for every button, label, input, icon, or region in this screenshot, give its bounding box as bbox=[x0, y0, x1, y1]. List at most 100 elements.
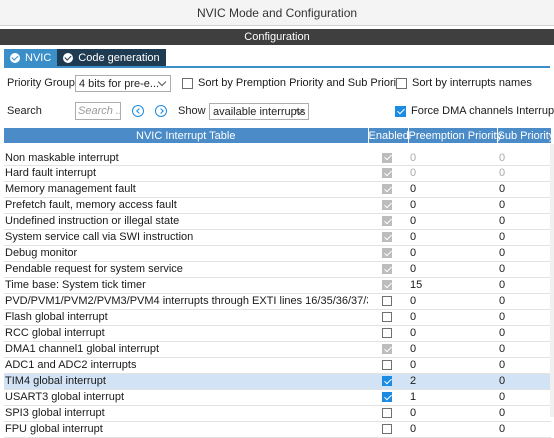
enabled-checkbox bbox=[382, 184, 392, 195]
preemption-priority-cell[interactable]: 0 bbox=[408, 261, 497, 278]
preemption-priority-cell[interactable]: 0 bbox=[408, 213, 497, 230]
priority-group-select[interactable]: 4 bits for pre-e... bbox=[75, 75, 171, 92]
tab-code-generation[interactable]: Code generation bbox=[57, 49, 166, 66]
preemption-priority-cell[interactable]: 15 bbox=[408, 277, 497, 294]
show-label: Show bbox=[178, 105, 206, 117]
preemption-priority-cell[interactable]: 0 bbox=[408, 197, 497, 214]
sub-priority-cell[interactable]: 0 bbox=[497, 309, 551, 326]
column-header-sub[interactable]: Sub Priority bbox=[497, 128, 554, 143]
table-row[interactable]: Time base: System tick timer 15 0 bbox=[4, 277, 551, 294]
table-row[interactable]: SPI3 global interrupt 0 0 bbox=[4, 405, 551, 422]
search-input[interactable]: Search ... bbox=[75, 102, 121, 120]
sub-priority-value: 0 bbox=[499, 151, 506, 164]
table-row[interactable]: System service call via SWI instruction 0… bbox=[4, 229, 551, 246]
table-row[interactable]: Hard fault interrupt 0 0 bbox=[4, 165, 551, 182]
preemption-priority-cell[interactable]: 0 bbox=[408, 341, 497, 358]
enabled-cell bbox=[368, 143, 408, 166]
enabled-checkbox[interactable] bbox=[382, 392, 392, 403]
sub-priority-cell[interactable]: 0 bbox=[497, 245, 551, 262]
preemption-priority-cell[interactable]: 1 bbox=[408, 389, 497, 406]
priority-group-label: Priority Group bbox=[7, 77, 75, 89]
preemption-priority-value: 0 bbox=[410, 295, 417, 307]
preemption-priority-cell[interactable]: 2 bbox=[408, 373, 497, 390]
preemption-priority-value: 0 bbox=[410, 407, 417, 419]
table-row[interactable]: PVD/PVM1/PVM2/PVM3/PVM4 interrupts throu… bbox=[4, 293, 551, 310]
vertical-scrollbar[interactable] bbox=[550, 144, 554, 417]
table-row[interactable]: Undefined instruction or illegal state 0 0 bbox=[4, 213, 551, 230]
sub-priority-value: 0 bbox=[499, 263, 506, 275]
window-title-bar: NVIC Mode and Configuration bbox=[0, 0, 554, 26]
table-row[interactable]: DMA1 channel1 global interrupt 0 0 bbox=[4, 341, 551, 358]
enabled-cell bbox=[368, 405, 408, 422]
sub-priority-cell[interactable]: 0 bbox=[497, 293, 551, 310]
enabled-cell bbox=[368, 421, 408, 438]
show-filter-select[interactable]: available interrupts bbox=[209, 103, 309, 120]
sub-priority-cell[interactable]: 0 bbox=[497, 405, 551, 422]
enabled-checkbox[interactable] bbox=[382, 360, 392, 371]
interrupt-name: FPU global interrupt bbox=[4, 421, 368, 438]
sub-priority-cell[interactable]: 0 bbox=[497, 421, 551, 438]
sub-priority-value: 0 bbox=[499, 231, 506, 243]
enabled-cell bbox=[368, 309, 408, 326]
sub-priority-cell[interactable]: 0 bbox=[497, 277, 551, 294]
enabled-checkbox bbox=[382, 344, 392, 355]
enabled-checkbox[interactable] bbox=[382, 424, 392, 435]
sub-priority-cell[interactable]: 0 bbox=[497, 325, 551, 342]
force-dma-checkbox[interactable] bbox=[395, 105, 406, 117]
table-row[interactable]: TIM4 global interrupt 2 0 bbox=[4, 373, 551, 390]
sort-preemption-checkbox[interactable] bbox=[182, 77, 193, 89]
preemption-priority-cell[interactable]: 0 bbox=[408, 421, 497, 438]
preemption-priority-cell[interactable]: 0 bbox=[408, 309, 497, 326]
enabled-checkbox[interactable] bbox=[382, 376, 392, 387]
sub-priority-cell[interactable]: 0 bbox=[497, 357, 551, 374]
preemption-priority-cell[interactable]: 0 bbox=[408, 245, 497, 262]
table-row[interactable]: Flash global interrupt 0 0 bbox=[4, 309, 551, 326]
column-header-enabled[interactable]: Enabled bbox=[368, 128, 409, 143]
table-row[interactable]: USART3 global interrupt 1 0 bbox=[4, 389, 551, 406]
sub-priority-cell[interactable]: 0 bbox=[497, 229, 551, 246]
tab-nvic[interactable]: NVIC bbox=[4, 49, 58, 66]
preemption-priority-cell[interactable]: 0 bbox=[408, 229, 497, 246]
nvic-interrupt-table: NVIC Interrupt Table Enabled Preemption … bbox=[4, 128, 554, 438]
sub-priority-value: 0 bbox=[499, 167, 506, 179]
table-row[interactable]: Non maskable interrupt 0 0 bbox=[4, 143, 551, 166]
preemption-priority-cell[interactable]: 0 bbox=[408, 325, 497, 342]
preemption-priority-cell[interactable]: 0 bbox=[408, 181, 497, 198]
search-next-icon[interactable] bbox=[155, 105, 167, 117]
table-row[interactable]: Prefetch fault, memory access fault 0 0 bbox=[4, 197, 551, 214]
sub-priority-value: 0 bbox=[499, 215, 506, 227]
sub-priority-cell[interactable]: 0 bbox=[497, 213, 551, 230]
sub-priority-cell[interactable]: 0 bbox=[497, 389, 551, 406]
preemption-priority-value: 2 bbox=[410, 375, 417, 387]
preemption-priority-value: 0 bbox=[410, 167, 417, 179]
enabled-checkbox[interactable] bbox=[382, 296, 392, 307]
preemption-priority-cell[interactable]: 0 bbox=[408, 405, 497, 422]
sort-interrupts-checkbox[interactable] bbox=[396, 77, 407, 89]
table-row[interactable]: Memory management fault 0 0 bbox=[4, 181, 551, 198]
preemption-priority-cell[interactable]: 0 bbox=[408, 293, 497, 310]
sub-priority-cell[interactable]: 0 bbox=[497, 341, 551, 358]
table-row[interactable]: FPU global interrupt 0 0 bbox=[4, 421, 551, 438]
preemption-priority-value: 0 bbox=[410, 423, 417, 435]
interrupt-name: Memory management fault bbox=[4, 181, 368, 198]
table-row[interactable]: Pendable request for system service 0 0 bbox=[4, 261, 551, 278]
sub-priority-value: 0 bbox=[499, 423, 506, 435]
enabled-cell bbox=[368, 181, 408, 198]
enabled-checkbox bbox=[382, 216, 392, 227]
sub-priority-cell[interactable]: 0 bbox=[497, 261, 551, 278]
column-header-name[interactable]: NVIC Interrupt Table bbox=[4, 128, 369, 143]
preemption-priority-cell[interactable]: 0 bbox=[408, 357, 497, 374]
preemption-priority-value: 0 bbox=[410, 215, 417, 227]
sub-priority-cell: 0 bbox=[497, 143, 551, 166]
sub-priority-value: 0 bbox=[499, 391, 506, 403]
table-row[interactable]: RCC global interrupt 0 0 bbox=[4, 325, 551, 342]
table-row[interactable]: Debug monitor 0 0 bbox=[4, 245, 551, 262]
sub-priority-cell[interactable]: 0 bbox=[497, 373, 551, 390]
enabled-checkbox[interactable] bbox=[382, 312, 392, 323]
table-row[interactable]: ADC1 and ADC2 interrupts 0 0 bbox=[4, 357, 551, 374]
enabled-checkbox[interactable] bbox=[382, 328, 392, 339]
sub-priority-cell[interactable]: 0 bbox=[497, 181, 551, 198]
search-previous-icon[interactable] bbox=[132, 105, 144, 117]
sub-priority-cell[interactable]: 0 bbox=[497, 197, 551, 214]
column-header-preemption[interactable]: Preemption Priority bbox=[408, 128, 502, 143]
